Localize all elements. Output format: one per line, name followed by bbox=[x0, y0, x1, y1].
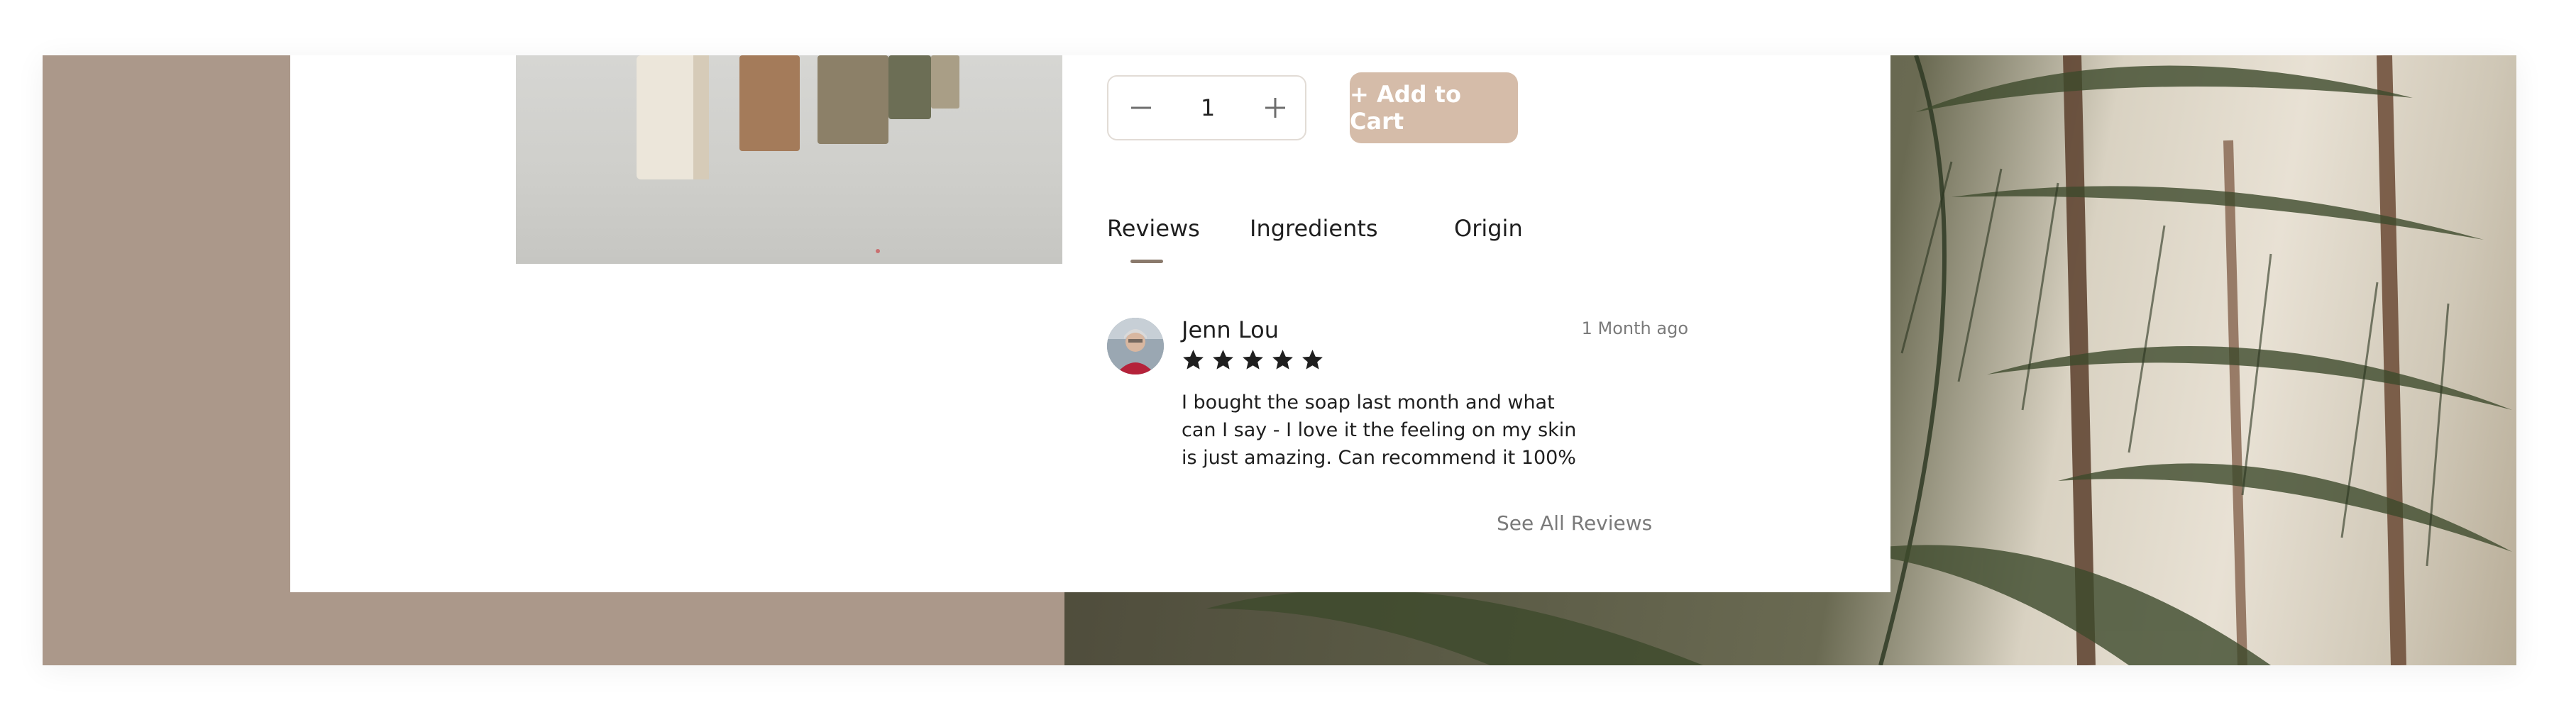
page-frame: 1 + Add to Cart Reviews Ingredients Orig… bbox=[43, 55, 2516, 665]
review-rating bbox=[1182, 348, 1324, 372]
star-icon bbox=[1183, 350, 1204, 370]
product-photo bbox=[516, 55, 1062, 264]
review-text: I bought the soap last month and what ca… bbox=[1182, 392, 1577, 469]
star-icon bbox=[1302, 350, 1323, 370]
reviewer-name: Jenn Lou bbox=[1182, 316, 1279, 343]
decrement-button[interactable] bbox=[1113, 77, 1169, 139]
tab-reviews[interactable]: Reviews bbox=[1107, 215, 1200, 242]
increment-button[interactable] bbox=[1247, 77, 1304, 139]
product-card: 1 + Add to Cart Reviews Ingredients Orig… bbox=[290, 55, 1890, 592]
review-date: 1 Month ago bbox=[1581, 318, 1688, 338]
tab-ingredients[interactable]: Ingredients bbox=[1250, 215, 1378, 242]
star-icon bbox=[1272, 350, 1293, 370]
quantity-stepper: 1 bbox=[1107, 75, 1306, 140]
see-all-reviews-link[interactable]: See All Reviews bbox=[1497, 511, 1652, 535]
star-icon bbox=[1213, 350, 1233, 370]
minus-icon bbox=[1131, 106, 1151, 109]
tab-origin[interactable]: Origin bbox=[1454, 215, 1523, 242]
star-icon bbox=[1243, 350, 1263, 370]
avatar bbox=[1107, 318, 1164, 374]
active-tab-indicator bbox=[1130, 260, 1163, 263]
quantity-value[interactable]: 1 bbox=[1172, 77, 1243, 139]
plus-icon bbox=[1265, 98, 1285, 118]
add-to-cart-button[interactable]: + Add to Cart bbox=[1350, 72, 1518, 143]
